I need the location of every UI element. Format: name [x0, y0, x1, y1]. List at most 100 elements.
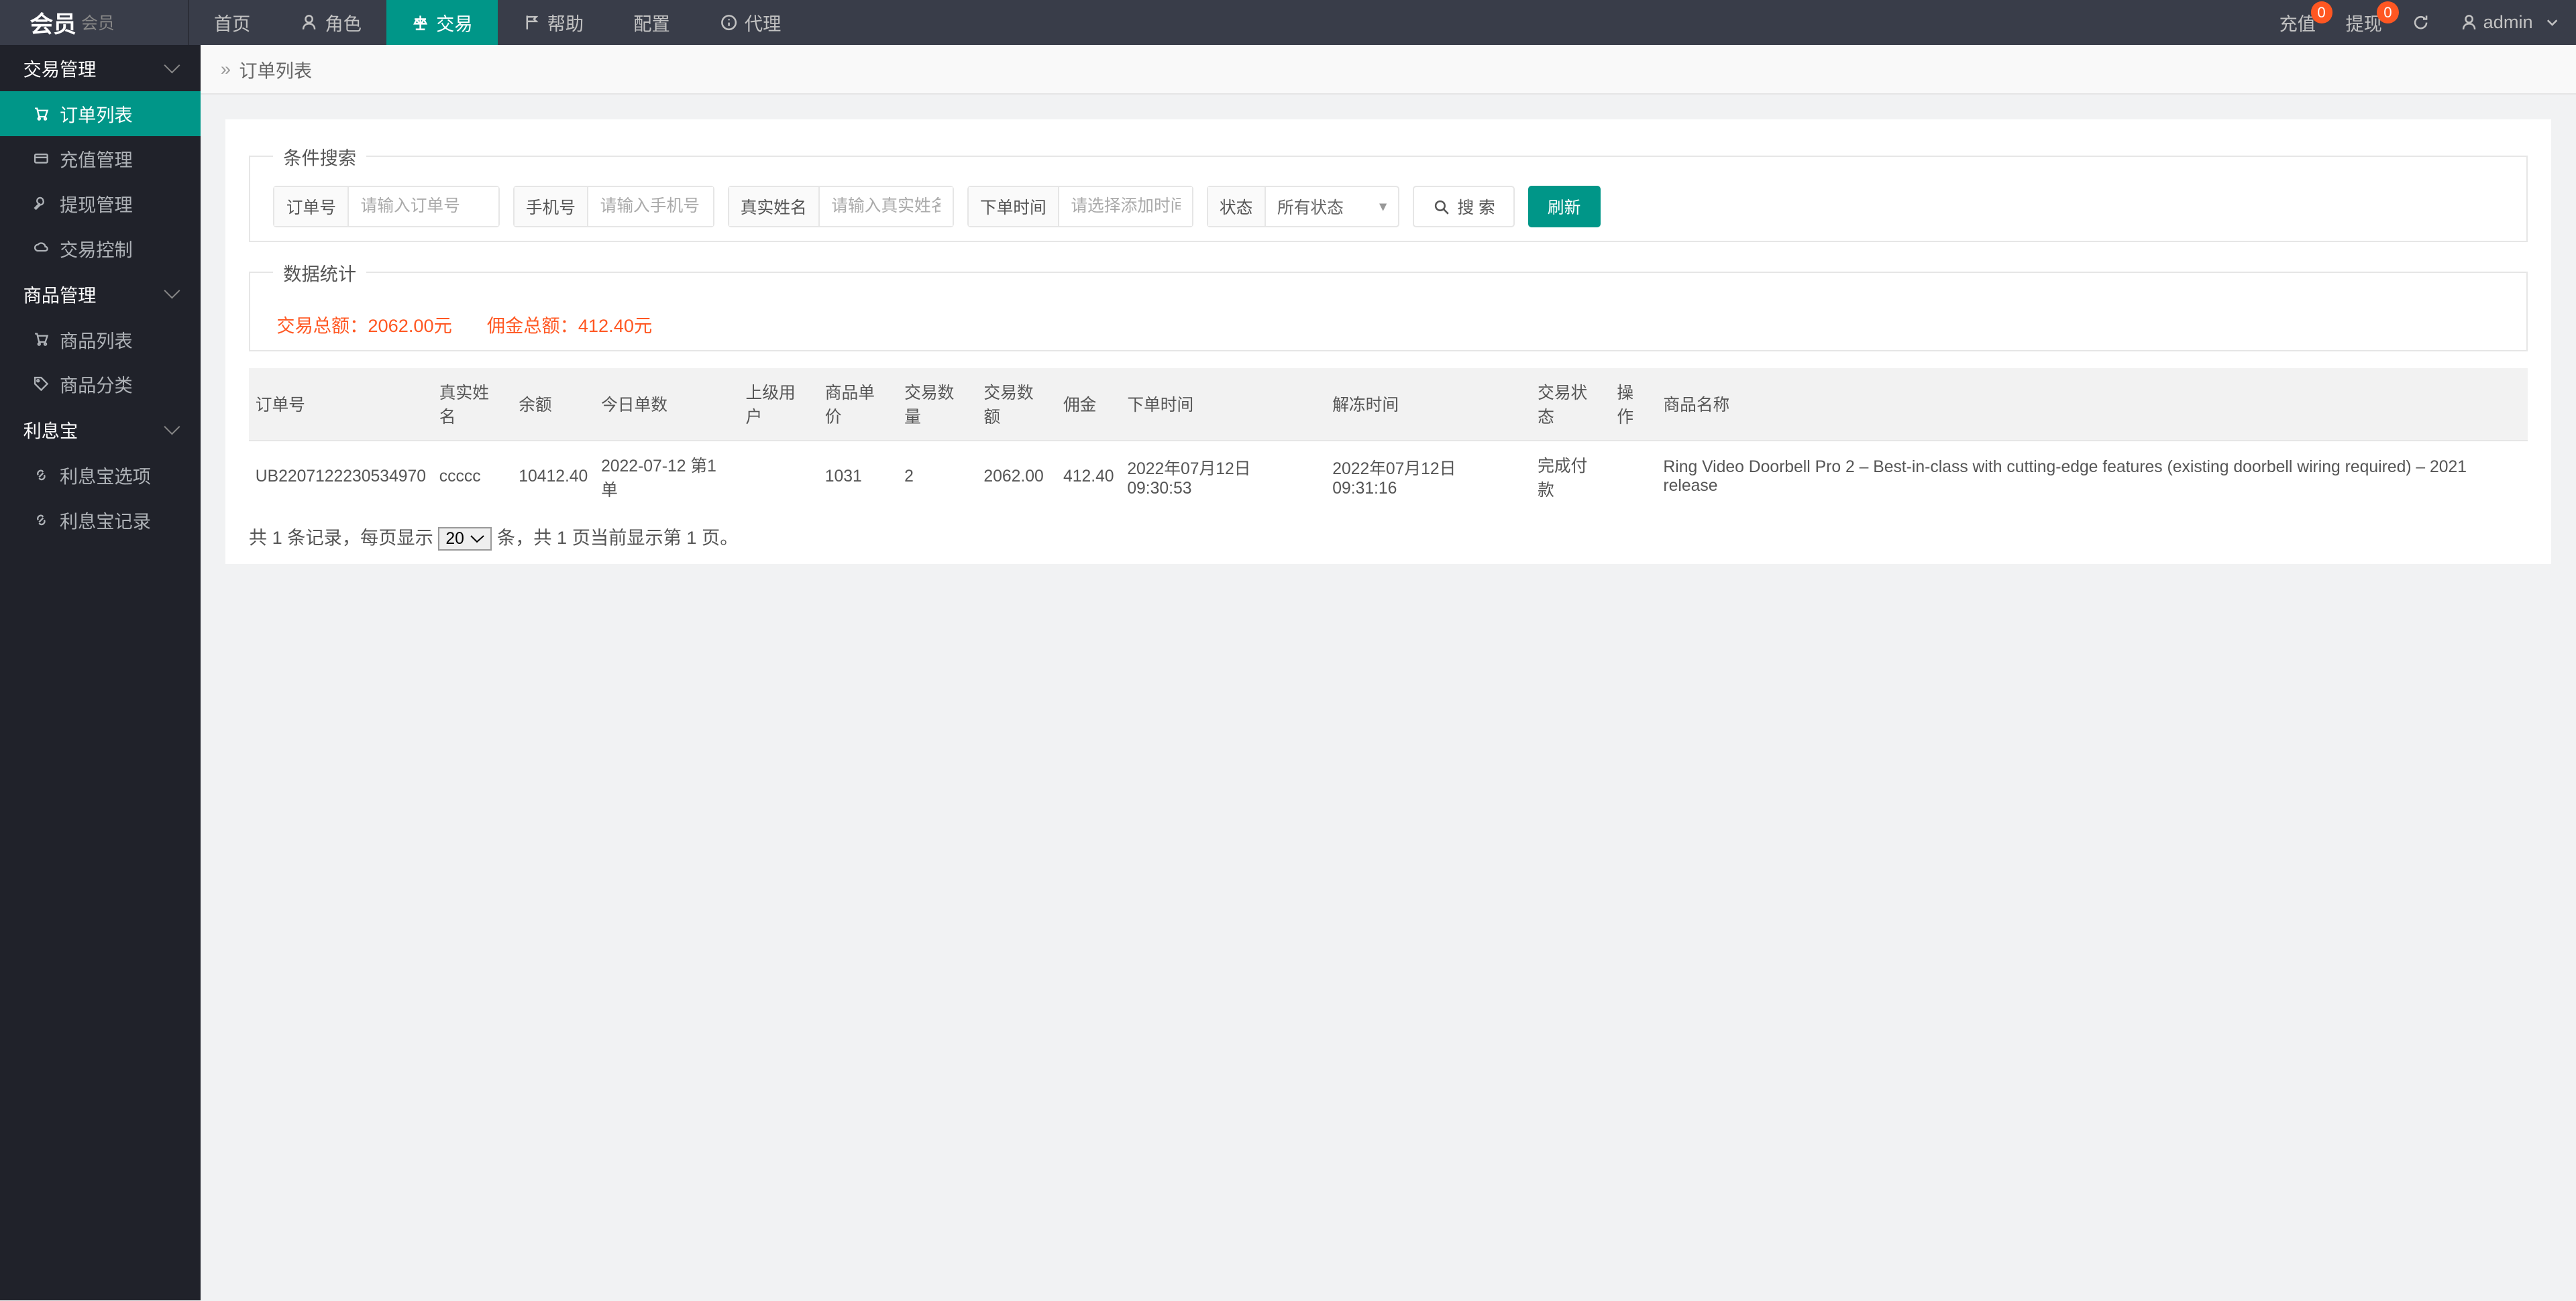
topright-user[interactable]: admin — [2445, 0, 2576, 45]
search-row: 订单号 手机号 真实姓名 下单时间 状态所有状态 搜 索 刷新 — [273, 186, 2503, 227]
sidebar-goods-cat[interactable]: 商品分类 — [0, 361, 201, 406]
sidebar-group-goods[interactable]: 商品管理 — [0, 270, 201, 317]
orders-table: 订单号 真实姓名 余额 今日单数 上级用户 商品单价 交易数量 交易数额 佣金 … — [249, 368, 2528, 512]
topbar-right: 充值0 提现0 admin — [2264, 0, 2576, 45]
user-icon — [2460, 13, 2478, 32]
th: 交易数额 — [977, 368, 1057, 441]
order-no-input[interactable] — [349, 187, 498, 226]
nav-home[interactable]: 首页 — [189, 0, 276, 45]
topright-recharge[interactable]: 充值0 — [2264, 0, 2330, 45]
page-size-select[interactable]: 20 — [438, 527, 492, 551]
search-button[interactable]: 搜 索 — [1413, 186, 1515, 227]
td — [739, 441, 818, 513]
stats-fieldset: 数据统计 交易总额：2062.00元 佣金总额：412.40元 — [249, 259, 2528, 352]
td: ccccc — [433, 441, 512, 513]
stats-values: 交易总额：2062.00元 佣金总额：412.40元 — [273, 302, 2503, 337]
th: 上级用户 — [739, 368, 818, 441]
flag-icon — [523, 13, 541, 32]
realname-input[interactable] — [820, 187, 953, 226]
td: 2022-07-12 第1单 — [594, 441, 739, 513]
search-fieldset: 条件搜索 订单号 手机号 真实姓名 下单时间 状态所有状态 搜 索 刷新 — [249, 143, 2528, 242]
top-nav: 首页 角色 交易 帮助 配置 代理 — [189, 0, 806, 45]
table-row: UB2207122230534970 ccccc 10412.40 2022-0… — [249, 441, 2528, 513]
nav-role[interactable]: 角色 — [275, 0, 386, 45]
logo-main: 会员 — [30, 5, 76, 39]
th: 商品名称 — [1657, 368, 2528, 441]
search-icon — [1432, 198, 1450, 216]
td: 完成付款 — [1531, 441, 1610, 513]
scale-icon — [411, 13, 429, 32]
td: 412.40 — [1057, 441, 1120, 513]
chevron-down-icon — [166, 57, 178, 78]
phone-input[interactable] — [588, 187, 712, 226]
sidebar-interest-rec[interactable]: 利息宝记录 — [0, 498, 201, 543]
content: 订单列表 条件搜索 订单号 手机号 真实姓名 下单时间 状态所有状态 搜 索 刷… — [201, 45, 2576, 1300]
withdraw-badge: 0 — [2377, 1, 2398, 23]
td: 2022年07月12日 09:31:16 — [1326, 441, 1531, 513]
field-order-time: 下单时间 — [967, 186, 1193, 227]
refresh-button[interactable]: 刷新 — [1528, 186, 1601, 227]
field-order-no: 订单号 — [273, 186, 499, 227]
chevron-down-icon — [166, 283, 178, 304]
td: 1031 — [818, 441, 898, 513]
info-icon — [720, 13, 738, 32]
order-time-input[interactable] — [1059, 187, 1192, 226]
nav-agent[interactable]: 代理 — [695, 0, 806, 45]
field-status: 状态所有状态 — [1207, 186, 1400, 227]
sidebar-group-trade[interactable]: 交易管理 — [0, 45, 201, 91]
menu-icon — [154, 13, 172, 32]
td: UB2207122230534970 — [249, 441, 433, 513]
stats-legend: 数据统计 — [273, 259, 366, 286]
logo: 会员 会员 — [0, 0, 140, 45]
td: 2062.00 — [977, 441, 1057, 513]
th: 解冻时间 — [1326, 368, 1531, 441]
th: 佣金 — [1057, 368, 1120, 441]
td: 2 — [898, 441, 977, 513]
logo-sub: 会员 — [81, 10, 114, 34]
refresh-icon — [2412, 13, 2430, 32]
sidebar-toggle[interactable] — [140, 0, 189, 45]
sidebar-group-interest[interactable]: 利息宝 — [0, 406, 201, 453]
breadcrumb-icon — [221, 58, 231, 80]
cloud-icon — [33, 239, 50, 256]
sidebar-withdraw[interactable]: 提现管理 — [0, 180, 201, 225]
sidebar-order-list[interactable]: 订单列表 — [0, 91, 201, 136]
breadcrumb: 订单列表 — [201, 45, 2576, 95]
th: 下单时间 — [1120, 368, 1326, 441]
sidebar-trade-ctrl[interactable]: 交易控制 — [0, 225, 201, 270]
td: 10412.40 — [512, 441, 594, 513]
stat-commission-total: 佣金总额：412.40元 — [487, 315, 652, 336]
topbar: 会员 会员 首页 角色 交易 帮助 配置 代理 充值0 提现0 admin — [0, 0, 2576, 45]
nav-trade[interactable]: 交易 — [386, 0, 498, 45]
th: 商品单价 — [818, 368, 898, 441]
td — [1610, 441, 1656, 513]
search-legend: 条件搜索 — [273, 143, 366, 170]
th: 余额 — [512, 368, 594, 441]
topright-refresh[interactable] — [2397, 0, 2445, 45]
wrench-icon — [33, 194, 50, 211]
cart-icon — [33, 105, 50, 122]
td: 2022年07月12日 09:30:53 — [1120, 441, 1326, 513]
sidebar-recharge[interactable]: 充值管理 — [0, 136, 201, 181]
stat-trade-total: 交易总额：2062.00元 — [276, 315, 451, 336]
nav-config[interactable]: 配置 — [608, 0, 695, 45]
th: 今日单数 — [594, 368, 739, 441]
th: 订单号 — [249, 368, 433, 441]
link-icon — [33, 512, 50, 528]
th: 操作 — [1610, 368, 1656, 441]
th: 交易状态 — [1531, 368, 1610, 441]
topright-withdraw[interactable]: 提现0 — [2330, 0, 2397, 45]
main-area: 条件搜索 订单号 手机号 真实姓名 下单时间 状态所有状态 搜 索 刷新 数据统… — [201, 95, 2576, 1300]
link-icon — [33, 467, 50, 484]
pager: 共 1 条记录，每页显示 20 条，共 1 页当前显示第 1 页。 — [225, 522, 2551, 551]
status-select[interactable]: 所有状态 — [1266, 187, 1399, 226]
card-icon — [33, 150, 50, 167]
th: 真实姓名 — [433, 368, 512, 441]
sidebar: 交易管理 订单列表 充值管理 提现管理 交易控制 商品管理 商品列表 商品分类 … — [0, 45, 201, 1300]
sidebar-goods-list[interactable]: 商品列表 — [0, 317, 201, 361]
nav-help[interactable]: 帮助 — [498, 0, 609, 45]
recharge-badge: 0 — [2311, 1, 2332, 23]
field-realname: 真实姓名 — [728, 186, 954, 227]
chevron-down-icon — [2543, 13, 2561, 32]
sidebar-interest-opt[interactable]: 利息宝选项 — [0, 453, 201, 498]
